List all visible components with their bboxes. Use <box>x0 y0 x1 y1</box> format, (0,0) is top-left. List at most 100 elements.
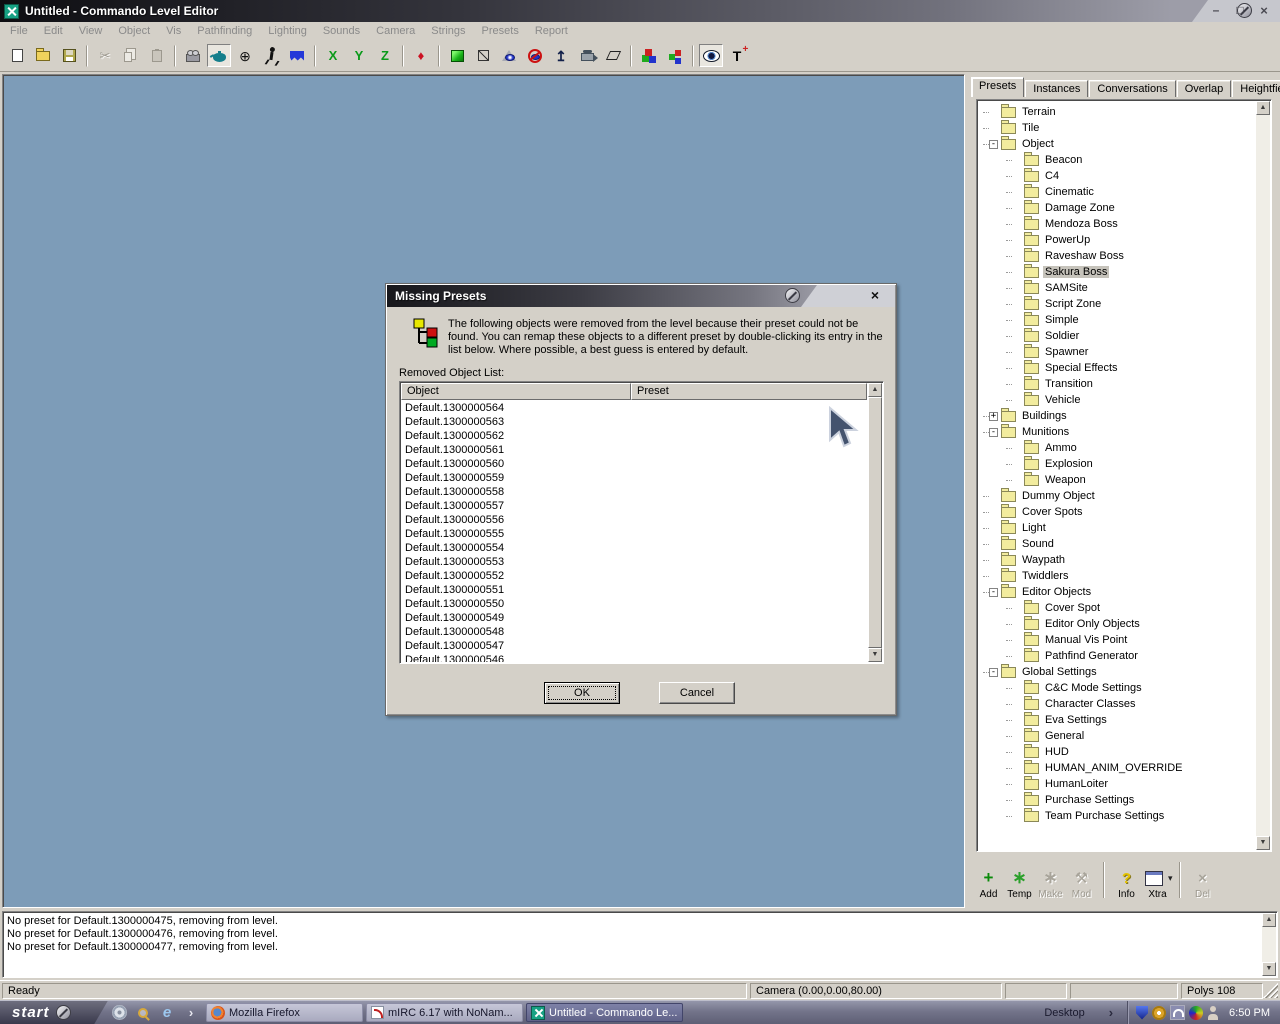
tab-overlap[interactable]: Overlap <box>1177 80 1232 97</box>
cd-icon[interactable] <box>110 1004 128 1022</box>
cut-icon[interactable]: ✂ <box>93 44 117 67</box>
scroll-down-icon[interactable] <box>1256 836 1270 850</box>
removed-object-row[interactable]: Default.1300000559 <box>402 471 866 485</box>
mod-button[interactable]: ⚒ Mod <box>1066 858 1097 900</box>
solid-cube-icon[interactable] <box>445 44 469 67</box>
tree-item[interactable]: Cover Spots <box>979 504 1255 520</box>
expand-toggle-icon[interactable]: - <box>989 428 998 437</box>
tree-item[interactable]: Terrain <box>979 104 1255 120</box>
tree-item[interactable]: Mendoza Boss <box>979 216 1255 232</box>
scroll-up-icon[interactable] <box>1262 913 1276 927</box>
menu-item[interactable]: Sounds <box>315 23 368 39</box>
expand-toggle-icon[interactable]: - <box>989 140 998 149</box>
column-header-preset[interactable]: Preset <box>631 383 867 400</box>
axis-x-icon[interactable]: X <box>321 44 345 67</box>
menu-item[interactable]: Camera <box>368 23 423 39</box>
flag-icon[interactable] <box>285 44 309 67</box>
tree-item[interactable]: Beacon <box>979 152 1255 168</box>
removed-object-row[interactable]: Default.1300000548 <box>402 625 866 639</box>
copy-icon[interactable] <box>119 44 143 67</box>
tree-item[interactable]: Light <box>979 520 1255 536</box>
tree-item[interactable]: Spawner <box>979 344 1255 360</box>
gold-disc-icon[interactable] <box>1152 1006 1166 1020</box>
tree-item[interactable]: Purchase Settings <box>979 792 1255 808</box>
tree-item[interactable]: Sakura Boss <box>979 264 1255 280</box>
overflow-chevron-icon[interactable]: › <box>182 1004 200 1022</box>
removed-object-row[interactable]: Default.1300000558 <box>402 485 866 499</box>
tree-item[interactable]: - Global Settings <box>979 664 1255 680</box>
tab-heightfield[interactable]: Heightfield <box>1232 80 1280 97</box>
close-button[interactable] <box>1254 3 1274 19</box>
removed-object-row[interactable]: Default.1300000551 <box>402 583 866 597</box>
xtra-button[interactable]: Xtra <box>1142 858 1173 900</box>
menu-item[interactable]: File <box>2 23 36 39</box>
tree-scrollbar[interactable] <box>1256 101 1270 850</box>
wire-cube-icon[interactable] <box>471 44 495 67</box>
taskbar-button-commando[interactable]: Untitled - Commando Le... <box>526 1003 683 1022</box>
internet-explorer-icon[interactable]: e <box>158 1004 176 1022</box>
rgb-cubes-icon[interactable] <box>637 44 661 67</box>
menu-item[interactable]: Edit <box>36 23 71 39</box>
removed-object-row[interactable]: Default.1300000547 <box>402 639 866 653</box>
tree-item[interactable]: Twiddlers <box>979 568 1255 584</box>
colorful-swirl-icon[interactable] <box>1189 1006 1203 1020</box>
tree-item[interactable]: Transition <box>979 376 1255 392</box>
tree-item[interactable]: Damage Zone <box>979 200 1255 216</box>
tree-item[interactable]: PowerUp <box>979 232 1255 248</box>
tree-item[interactable]: Special Effects <box>979 360 1255 376</box>
tree-item[interactable]: Explosion <box>979 456 1255 472</box>
tree-item[interactable]: Tile <box>979 120 1255 136</box>
tree-item[interactable]: Ammo <box>979 440 1255 456</box>
paste-icon[interactable] <box>145 44 169 67</box>
tree-item[interactable]: Simple <box>979 312 1255 328</box>
menu-item[interactable]: Vis <box>158 23 189 39</box>
headphones-icon[interactable] <box>1170 1005 1185 1020</box>
make-button[interactable]: ∗ Make <box>1035 858 1066 900</box>
add-button[interactable]: + Add <box>973 858 1004 900</box>
removed-object-row[interactable]: Default.1300000562 <box>402 429 866 443</box>
menu-item[interactable]: View <box>71 23 111 39</box>
text-label-icon[interactable]: T <box>725 44 749 67</box>
open-icon[interactable] <box>31 44 55 67</box>
scrollbar-thumb[interactable] <box>868 397 882 648</box>
removed-object-row[interactable]: Default.1300000546 <box>402 653 866 662</box>
scroll-up-icon[interactable] <box>868 383 882 397</box>
axis-y-icon[interactable]: Y <box>347 44 371 67</box>
vis-disable-eye-icon[interactable] <box>523 44 547 67</box>
dolly-camera-icon[interactable] <box>181 44 205 67</box>
drop-to-ground-icon[interactable]: ♦ <box>409 44 433 67</box>
tree-item[interactable]: General <box>979 728 1255 744</box>
tab-conversations[interactable]: Conversations <box>1089 80 1175 97</box>
tree-item[interactable]: Team Purchase Settings <box>979 808 1255 824</box>
dialog-close-icon[interactable]: × <box>867 288 883 304</box>
tree-item[interactable]: Eva Settings <box>979 712 1255 728</box>
menu-item[interactable]: Pathfinding <box>189 23 260 39</box>
menu-item[interactable]: Lighting <box>260 23 315 39</box>
tree-item[interactable]: Cinematic <box>979 184 1255 200</box>
expand-toggle-icon[interactable]: - <box>989 588 998 597</box>
maximize-button[interactable] <box>1230 3 1250 19</box>
tree-item[interactable]: Raveshaw Boss <box>979 248 1255 264</box>
new-icon[interactable] <box>5 44 29 67</box>
orbit-axis-icon[interactable]: ⊕ <box>233 44 257 67</box>
tree-item[interactable]: - Munitions <box>979 424 1255 440</box>
column-header-object[interactable]: Object <box>401 383 631 400</box>
removed-object-row[interactable]: Default.1300000560 <box>402 457 866 471</box>
removed-object-row[interactable]: Default.1300000550 <box>402 597 866 611</box>
temp-button[interactable]: ∗ Temp <box>1004 858 1035 900</box>
menu-item[interactable]: Object <box>110 23 158 39</box>
raise-object-icon[interactable]: ↥ <box>549 44 573 67</box>
menu-item[interactable]: Strings <box>423 23 473 39</box>
minimize-button[interactable] <box>1206 3 1226 19</box>
tree-item[interactable]: SAMSite <box>979 280 1255 296</box>
tree-item[interactable]: - Object <box>979 136 1255 152</box>
removed-object-row[interactable]: Default.1300000557 <box>402 499 866 513</box>
tree-item[interactable]: Soldier <box>979 328 1255 344</box>
rgb-squares-icon[interactable] <box>663 44 687 67</box>
big-eye-icon[interactable] <box>699 44 723 67</box>
polygon-icon[interactable] <box>601 44 625 67</box>
start-button[interactable]: start <box>0 1001 108 1024</box>
messenger-user-icon[interactable] <box>1207 1006 1219 1020</box>
removed-object-row[interactable]: Default.1300000561 <box>402 443 866 457</box>
tree-item[interactable]: Character Classes <box>979 696 1255 712</box>
